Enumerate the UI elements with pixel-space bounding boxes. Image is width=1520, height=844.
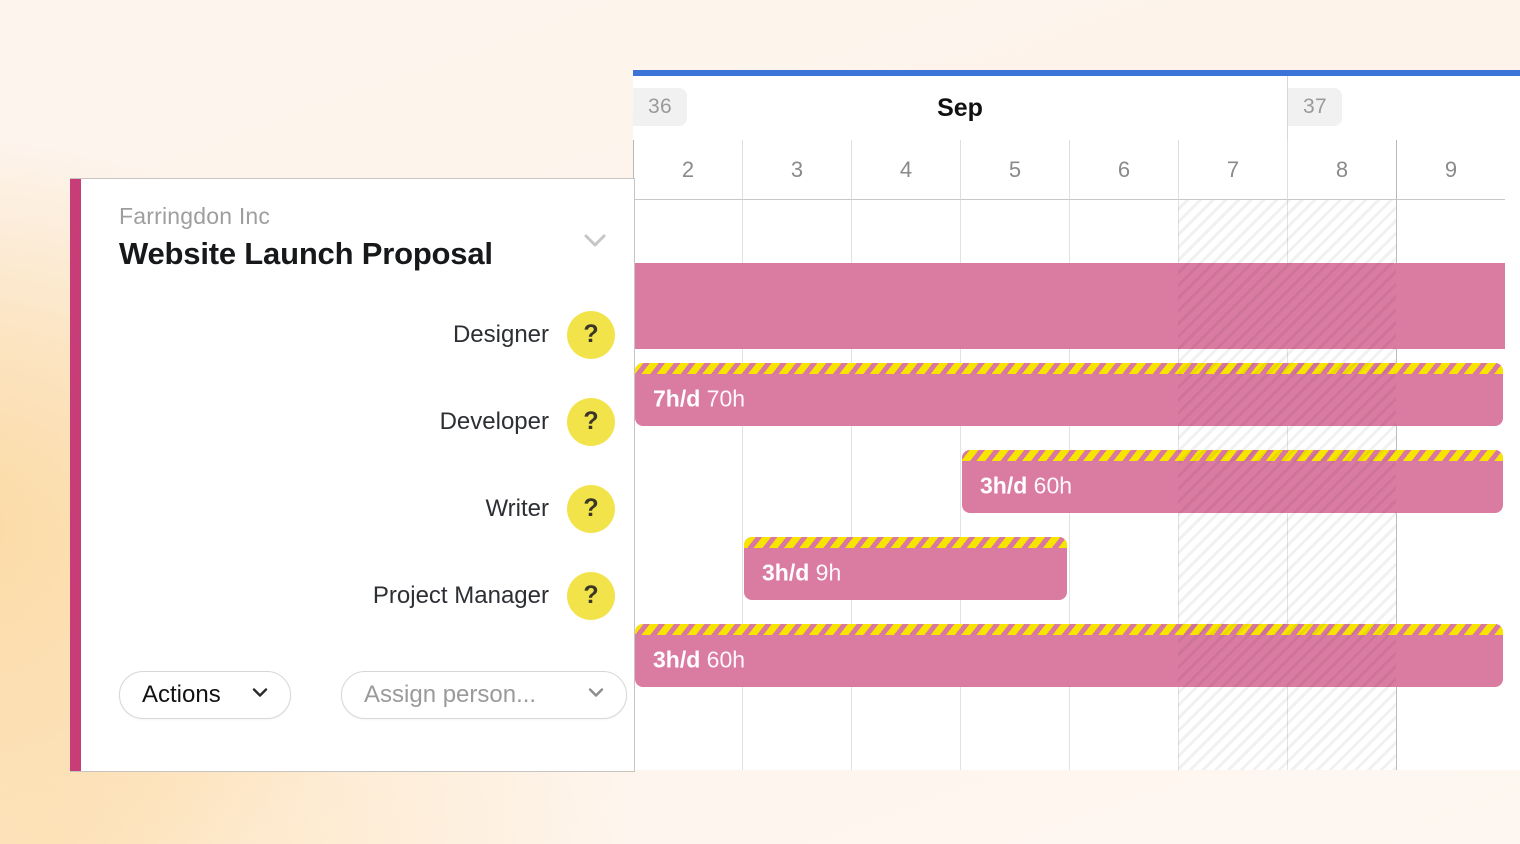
day-number: 5 [1008, 156, 1022, 182]
day-number: 9 [1444, 156, 1458, 182]
card-accent-bar [70, 179, 81, 771]
chevron-down-icon[interactable] [578, 223, 612, 257]
role-label: Writer [485, 494, 549, 522]
bar-allocation-stripe [744, 537, 1067, 548]
bar-allocation-stripe [635, 624, 1503, 635]
avatar[interactable]: ? [567, 484, 615, 533]
gantt-bar[interactable]: 7h/d 70h [635, 363, 1503, 426]
week-number-chip: 37 [1288, 88, 1342, 126]
bar-total-hours: 60h [700, 646, 746, 672]
bar-rate: 3h/d [762, 559, 810, 585]
day-header-cell[interactable]: 9 [1396, 140, 1505, 200]
role-row: Project Manager? [81, 552, 634, 639]
client-name: Farringdon Inc [119, 203, 271, 229]
assign-person-select[interactable]: Assign person... [341, 671, 627, 719]
bar-total-hours: 70h [700, 385, 746, 411]
timeline-grid: 7h/d 70h 3h/d 60h 3h/d 9h 3h/d 60h [633, 200, 1520, 770]
role-label: Project Manager [372, 581, 549, 609]
gantt-bar[interactable]: 3h/d 60h [635, 624, 1503, 687]
role-row: Designer? [81, 291, 634, 378]
bar-rate: 3h/d [653, 646, 701, 672]
bar-total-hours: 60h [1027, 472, 1073, 498]
day-number: 8 [1335, 156, 1349, 182]
bar-allocation-stripe [962, 450, 1503, 461]
bar-allocation-stripe [635, 363, 1503, 374]
timeline-panel: 36 Sep 37 23456789 7h/d 70h 3h/d 60h 3h/d 9h… [633, 70, 1520, 770]
week-band: 37 [1287, 76, 1505, 140]
month-label: Sep [937, 94, 983, 122]
gantt-bar[interactable]: 3h/d 60h [962, 450, 1503, 513]
day-number: 4 [899, 156, 913, 182]
gantt-bar[interactable]: 3h/d 9h [744, 537, 1067, 600]
role-list: Designer? Developer? Writer? Project Manage… [81, 291, 634, 639]
page-title: Website Launch Proposal [119, 236, 493, 271]
summary-bar[interactable] [633, 263, 1505, 349]
day-number: 2 [681, 156, 695, 182]
bar-label: 7h/d 70h [653, 385, 745, 412]
role-row: Writer? [81, 465, 634, 552]
role-row: Developer? [81, 378, 634, 465]
assign-person-placeholder: Assign person... [364, 681, 537, 708]
avatar[interactable]: ? [567, 571, 615, 620]
bar-total-hours: 9h [809, 559, 842, 585]
avatar[interactable]: ? [567, 310, 615, 359]
bar-label: 3h/d 60h [980, 472, 1072, 499]
day-header-cell[interactable]: 8 [1287, 140, 1396, 200]
day-header-cell[interactable]: 2 [633, 140, 742, 200]
chevron-down-icon [584, 680, 608, 711]
day-number-header: 2 3 4 5 6 7 8 9 [633, 140, 1520, 200]
project-card: Farringdon Inc Website Launch Proposal D… [70, 178, 635, 772]
actions-button[interactable]: Actions [119, 671, 291, 719]
day-header-cell[interactable]: 4 [851, 140, 960, 200]
chevron-down-icon [248, 680, 272, 711]
card-footer-controls: Actions Assign person... [119, 671, 627, 719]
day-number: 3 [790, 156, 804, 182]
bar-label: 3h/d 60h [653, 646, 745, 673]
day-header-cell[interactable]: 3 [742, 140, 851, 200]
day-header-cell[interactable]: 6 [1069, 140, 1178, 200]
day-header-cell[interactable]: 7 [1178, 140, 1287, 200]
bar-rate: 7h/d [653, 385, 701, 411]
day-header-cell[interactable]: 5 [960, 140, 1069, 200]
actions-button-label: Actions [142, 681, 221, 708]
day-number: 7 [1226, 156, 1240, 182]
day-number: 6 [1117, 156, 1131, 182]
avatar[interactable]: ? [567, 397, 615, 446]
role-label: Designer [452, 320, 549, 348]
bar-label: 3h/d 9h [762, 559, 841, 586]
role-label: Developer [439, 407, 549, 435]
week-band: 36 Sep [633, 76, 1287, 140]
card-content: Farringdon Inc Website Launch Proposal D… [81, 179, 634, 771]
bar-rate: 3h/d [980, 472, 1028, 498]
